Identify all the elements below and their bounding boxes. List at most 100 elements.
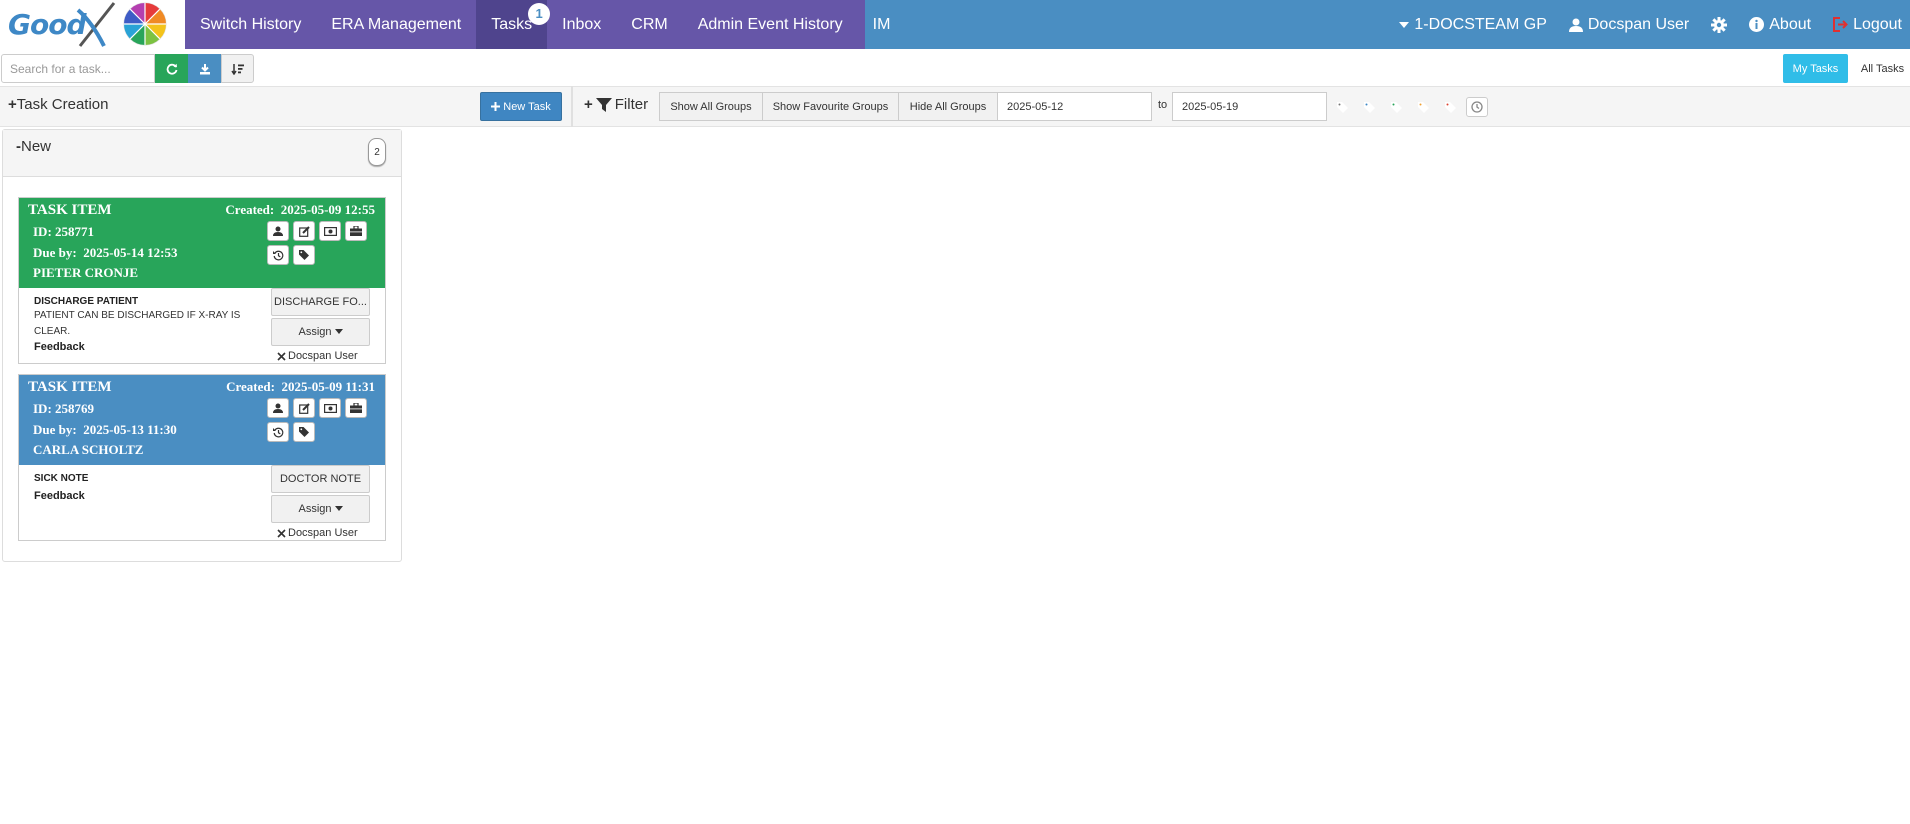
task-group-title: New bbox=[21, 138, 52, 155]
user-icon bbox=[1568, 18, 1583, 32]
history-button[interactable] bbox=[267, 422, 289, 442]
about-label: About bbox=[1769, 15, 1812, 33]
task-category-button[interactable]: DOCTOR NOTE bbox=[271, 465, 370, 493]
tag-filter-gray[interactable] bbox=[1331, 97, 1353, 117]
main-menu: Switch History ERA Management Tasks 1 In… bbox=[185, 0, 890, 49]
show-favourite-groups-button[interactable]: Show Favourite Groups bbox=[762, 92, 899, 121]
task-description: PATIENT CAN BE DISCHARGED IF X-RAY IS CL… bbox=[34, 310, 241, 337]
show-all-groups-button[interactable]: Show All Groups bbox=[659, 92, 763, 121]
assign-button[interactable]: Assign bbox=[271, 495, 370, 523]
id-label: ID: bbox=[33, 401, 52, 416]
briefcase-button[interactable] bbox=[345, 398, 367, 418]
task-creation-title: Task Creation bbox=[16, 96, 109, 113]
task-card-header: TASK ITEM Created: 2025-05-09 12:55 ID: … bbox=[19, 198, 385, 288]
created-label: Created: bbox=[226, 379, 275, 394]
logo-color-wheel bbox=[123, 2, 167, 46]
assign-button[interactable]: Assign bbox=[271, 318, 370, 346]
refresh-button[interactable] bbox=[155, 54, 188, 83]
nav-inbox[interactable]: Inbox bbox=[547, 0, 616, 49]
assignee-remove[interactable]: Docspan User bbox=[277, 350, 358, 362]
nav-crm[interactable]: CRM bbox=[616, 0, 682, 49]
created-label: Created: bbox=[225, 202, 275, 217]
logout-label: Logout bbox=[1853, 15, 1902, 33]
clock-icon bbox=[1471, 101, 1483, 113]
briefcase-icon bbox=[350, 226, 362, 236]
tag-filter-orange[interactable] bbox=[1412, 97, 1434, 117]
history-icon bbox=[272, 427, 283, 437]
gear-icon bbox=[1711, 16, 1728, 33]
task-type: SICK NOTE bbox=[34, 473, 89, 484]
user-icon bbox=[273, 403, 283, 413]
sort-button[interactable] bbox=[221, 54, 254, 83]
edit-icon bbox=[298, 402, 310, 414]
all-tasks-button[interactable]: All Tasks bbox=[1855, 54, 1910, 83]
new-task-label: New Task bbox=[503, 100, 551, 113]
tag-button[interactable] bbox=[293, 422, 315, 442]
task-group-header bbox=[3, 130, 401, 177]
feedback-link[interactable]: Feedback bbox=[34, 341, 85, 353]
task-creation-toggle[interactable]: +Task Creation bbox=[8, 96, 108, 113]
logout-link[interactable]: Logout bbox=[1822, 0, 1910, 49]
assignee-remove[interactable]: Docspan User bbox=[277, 527, 358, 539]
nav-switch-history[interactable]: Switch History bbox=[185, 0, 316, 49]
feedback-link[interactable]: Feedback bbox=[34, 490, 85, 502]
cash-button[interactable] bbox=[319, 221, 341, 241]
tag-filter-red[interactable] bbox=[1439, 97, 1461, 117]
briefcase-button[interactable] bbox=[345, 221, 367, 241]
task-due: Due by: 2025-05-13 11:30 bbox=[33, 422, 177, 438]
edit-button[interactable] bbox=[293, 398, 315, 418]
created-value: 2025-05-09 11:31 bbox=[281, 379, 375, 394]
user-profile[interactable]: Docspan User bbox=[1558, 0, 1700, 49]
nav-im[interactable]: IM bbox=[858, 0, 906, 49]
tag-icon bbox=[299, 427, 309, 437]
nav-tasks-label: Tasks bbox=[491, 16, 533, 33]
filter-toggle[interactable]: + Filter bbox=[584, 96, 648, 113]
task-search-input[interactable] bbox=[1, 54, 155, 83]
tag-filter-green[interactable] bbox=[1385, 97, 1407, 117]
user-icon bbox=[273, 226, 283, 236]
tag-filter-blue[interactable] bbox=[1358, 97, 1380, 117]
task-category-button[interactable]: DISCHARGE FO... bbox=[271, 288, 370, 316]
task-created: Created: 2025-05-09 12:55 bbox=[225, 202, 375, 218]
user-name: Docspan User bbox=[1587, 15, 1690, 33]
task-type: DISCHARGE PATIENT bbox=[34, 296, 139, 307]
practice-dropdown[interactable]: 1-DOCSTEAM GP bbox=[1388, 0, 1557, 49]
patient-name: PIETER CRONJE bbox=[33, 265, 139, 280]
patient-button[interactable] bbox=[267, 221, 289, 241]
task-item-label: TASK ITEM bbox=[28, 379, 112, 395]
download-button[interactable] bbox=[188, 54, 221, 83]
task-created: Created: 2025-05-09 11:31 bbox=[226, 379, 375, 395]
my-tasks-button[interactable]: My Tasks bbox=[1783, 54, 1848, 83]
created-value: 2025-05-09 12:55 bbox=[280, 202, 375, 217]
hide-all-groups-button[interactable]: Hide All Groups bbox=[898, 92, 998, 121]
clock-filter-button[interactable] bbox=[1466, 97, 1488, 117]
tag-button[interactable] bbox=[293, 245, 315, 265]
edit-button[interactable] bbox=[293, 221, 315, 241]
user-menu: 1-DOCSTEAM GP Docspan User About Logout bbox=[1388, 0, 1910, 49]
info-icon bbox=[1749, 17, 1765, 32]
new-task-button[interactable]: New Task bbox=[480, 92, 562, 121]
money-icon bbox=[323, 226, 337, 236]
task-group-toggle[interactable]: -New bbox=[16, 138, 51, 155]
about-link[interactable]: About bbox=[1738, 0, 1822, 49]
nav-tasks[interactable]: Tasks 1 bbox=[476, 0, 551, 49]
task-item-label: TASK ITEM bbox=[28, 202, 112, 218]
history-button[interactable] bbox=[267, 245, 289, 265]
id-label: ID: bbox=[33, 224, 52, 239]
date-from-field[interactable] bbox=[997, 92, 1152, 121]
due-value: 2025-05-14 12:53 bbox=[83, 245, 178, 260]
sort-icon bbox=[231, 63, 244, 75]
briefcase-icon bbox=[350, 403, 362, 413]
nav-era-management[interactable]: ERA Management bbox=[316, 0, 476, 49]
date-to-field[interactable] bbox=[1172, 92, 1327, 121]
patient-button[interactable] bbox=[267, 398, 289, 418]
id-value: 258771 bbox=[55, 224, 95, 239]
assign-label: Assign bbox=[298, 503, 332, 515]
assignee-name: Docspan User bbox=[288, 527, 358, 539]
nav-admin-event-history[interactable]: Admin Event History bbox=[683, 0, 858, 49]
cash-button[interactable] bbox=[319, 398, 341, 418]
goodx-logo[interactable]: Good bbox=[0, 0, 185, 49]
close-icon bbox=[277, 528, 286, 538]
logout-icon bbox=[1833, 17, 1848, 32]
settings-button[interactable] bbox=[1700, 0, 1738, 49]
